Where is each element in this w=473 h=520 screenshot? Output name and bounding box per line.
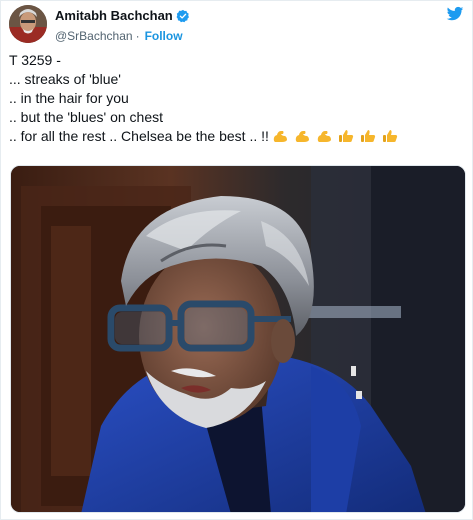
thumbs-up-icon [382,129,398,143]
display-name[interactable]: Amitabh Bachchan [55,8,173,23]
separator-dot: · [135,28,140,43]
tweet-text: T 3259 - ... streaks of 'blue' .. in the… [9,51,464,146]
tweet-line: .. for all the rest .. Chelsea be the be… [9,128,269,144]
emoji-row [272,129,404,143]
thumbs-up-icon [338,129,354,143]
tweet-line-last: .. for all the rest .. Chelsea be the be… [9,127,464,146]
flexed-biceps-icon [294,129,310,143]
tweet-line: .. in the hair for you [9,90,129,106]
tweet-line: ... streaks of 'blue' [9,71,121,87]
author-info: Amitabh Bachchan @SrBachchan · Follow [55,7,190,43]
flexed-biceps-icon [272,129,288,143]
follow-button[interactable]: Follow [145,29,183,43]
thumbs-up-icon [360,129,376,143]
tweet-photo[interactable] [10,165,466,513]
twitter-bird-icon[interactable] [446,5,464,23]
flexed-biceps-icon [316,129,332,143]
avatar[interactable] [9,5,47,43]
verified-badge-icon [176,9,190,23]
handle[interactable]: @SrBachchan [55,29,133,43]
tweet-line: .. but the 'blues' on chest [9,109,163,125]
tweet-header: Amitabh Bachchan @SrBachchan · Follow [9,5,464,45]
tweet-line: T 3259 - [9,52,61,68]
tweet-card: Amitabh Bachchan @SrBachchan · Follow T [0,0,473,520]
